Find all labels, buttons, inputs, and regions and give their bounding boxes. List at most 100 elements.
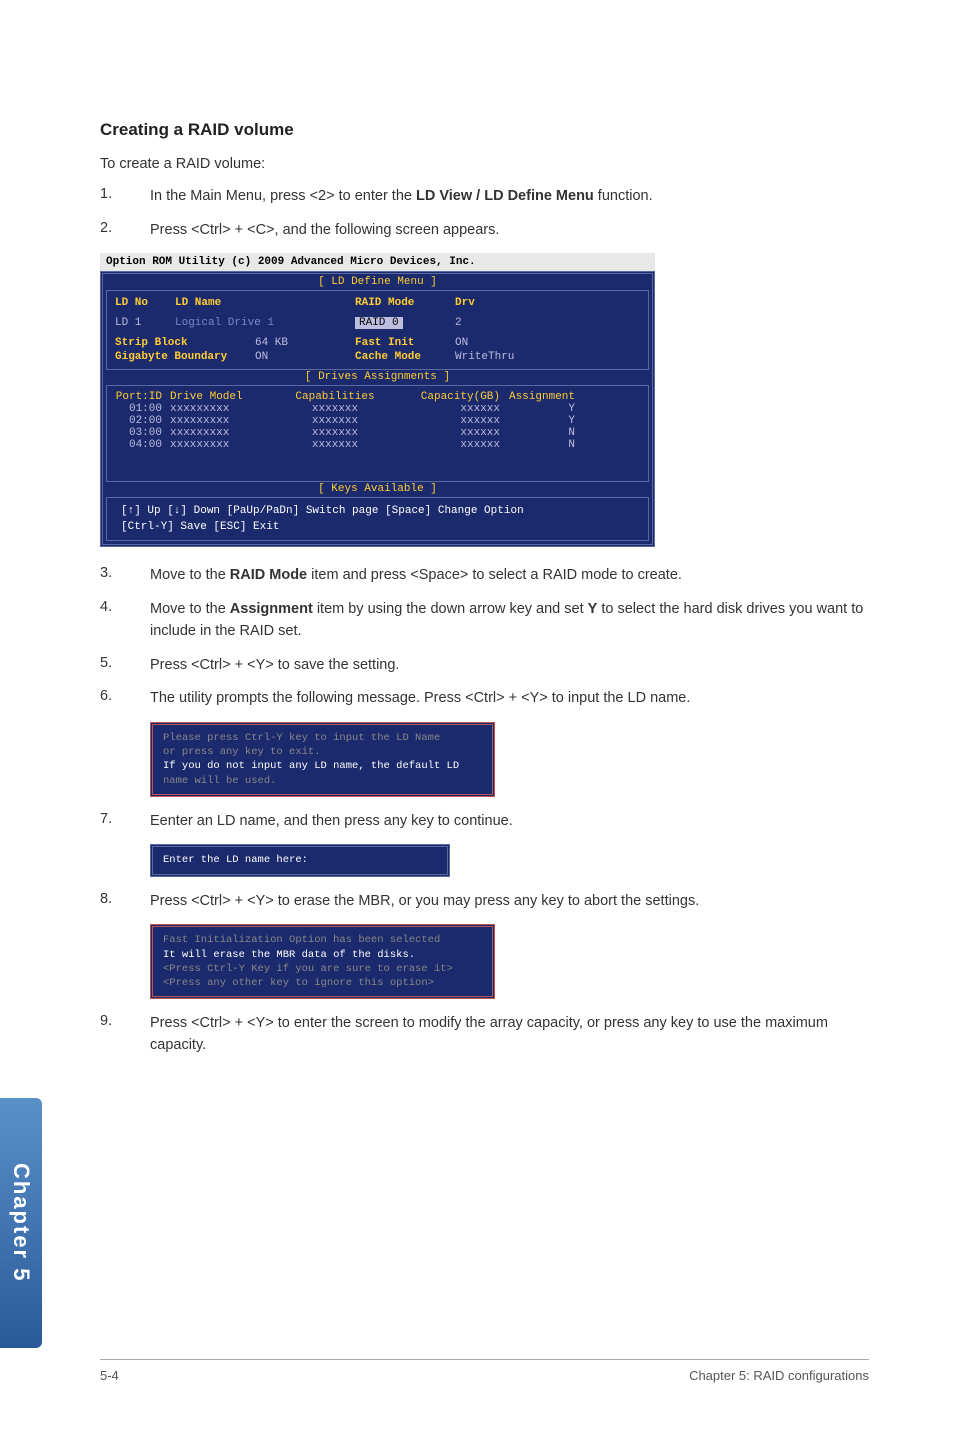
step-number: 6.: [100, 688, 150, 710]
raidmode-header: RAID Mode: [355, 297, 455, 309]
dlg-line: or press any key to exit.: [163, 745, 482, 759]
cache-val: WriteThru: [455, 351, 514, 363]
dlg-line: <Press Ctrl-Y Key if you are sure to era…: [163, 962, 482, 976]
dlg-line: If you do not input any LD name, the def…: [163, 759, 482, 773]
step-text: In the Main Menu, press <2> to enter the…: [150, 186, 869, 208]
text-fragment: In the Main Menu, press <2> to enter the: [150, 188, 416, 204]
col-cap: Capabilities: [280, 391, 390, 403]
step-3: 3. Move to the RAID Mode item and press …: [100, 565, 869, 587]
dialog-ldname-prompt: Please press Ctrl-Y key to input the LD …: [150, 722, 495, 797]
cell: xxxxxx: [390, 415, 500, 427]
chapter-tab: Chapter 5: [0, 1098, 42, 1348]
cell: N: [500, 427, 585, 439]
step-text: Press <Ctrl> + <Y> to save the setting.: [150, 655, 869, 677]
ldname-header: LD Name: [175, 297, 355, 309]
step-text: Press <Ctrl> + <Y> to erase the MBR, or …: [150, 891, 869, 913]
cell: 01:00: [115, 403, 170, 415]
dlg-line: Fast Initialization Option has been sele…: [163, 933, 482, 947]
dlg-line: <Press any other key to ignore this opti…: [163, 976, 482, 990]
text-fragment: Move to the: [150, 601, 230, 617]
cell: Y: [500, 403, 585, 415]
col-gb: Capacity(GB): [390, 391, 500, 403]
cell: xxxxxx: [390, 427, 500, 439]
step-text: Press <Ctrl> + <Y> to enter the screen t…: [150, 1013, 869, 1057]
drive-row: 04:00 xxxxxxxxx xxxxxxx xxxxxx N: [115, 439, 640, 451]
text-fragment: item and press <Space> to select a RAID …: [307, 567, 682, 583]
gig-val: ON: [255, 351, 355, 363]
step-number: 1.: [100, 186, 150, 208]
dlg-line: Enter the LD name here:: [163, 853, 437, 867]
cell: xxxxxxxxx: [170, 427, 280, 439]
text-fragment: item by using the down arrow key and set: [313, 601, 588, 617]
step-number: 2.: [100, 220, 150, 242]
cell: xxxxxxxxx: [170, 439, 280, 451]
cell: Y: [500, 415, 585, 427]
strip-val: 64 KB: [255, 337, 355, 349]
page-footer: 5-4 Chapter 5: RAID configurations: [100, 1359, 869, 1383]
step-1: 1. In the Main Menu, press <2> to enter …: [100, 186, 869, 208]
step-text: The utility prompts the following messag…: [150, 688, 869, 710]
step-number: 5.: [100, 655, 150, 677]
ldno-header: LD No: [115, 297, 175, 309]
bold-text: LD View / LD Define Menu: [416, 188, 594, 204]
step-text: Move to the Assignment item by using the…: [150, 599, 869, 643]
step-number: 3.: [100, 565, 150, 587]
drives-section-label: [ Drives Assignments ]: [105, 371, 650, 384]
ld-name-value: Logical Drive 1: [175, 317, 355, 329]
text-fragment: function.: [594, 188, 653, 204]
cell: 02:00: [115, 415, 170, 427]
step-6: 6. The utility prompts the following mes…: [100, 688, 869, 710]
dlg-line: Please press Ctrl-Y key to input the LD …: [163, 731, 482, 745]
cell: xxxxxxx: [280, 439, 390, 451]
step-5: 5. Press <Ctrl> + <Y> to save the settin…: [100, 655, 869, 677]
keys-line-1: [↑] Up [↓] Down [PaUp/PaDn] Switch page …: [115, 503, 640, 519]
drive-row: 03:00 xxxxxxxxx xxxxxxx xxxxxx N: [115, 427, 640, 439]
cell: xxxxxxx: [280, 427, 390, 439]
step-number: 9.: [100, 1013, 150, 1057]
bios-section-label: [ LD Define Menu ]: [105, 276, 650, 289]
step-7: 7. Eenter an LD name, and then press any…: [100, 811, 869, 833]
text-fragment: Move to the: [150, 567, 230, 583]
fastinit-val: ON: [455, 337, 468, 349]
chapter-label: Chapter 5: RAID configurations: [689, 1368, 869, 1383]
bios-title: Option ROM Utility (c) 2009 Advanced Mic…: [100, 253, 655, 271]
raid-sel-box: RAID 0: [355, 317, 403, 329]
cell: xxxxxx: [390, 439, 500, 451]
bold-text: Assignment: [230, 601, 313, 617]
cell: xxxxxxx: [280, 415, 390, 427]
step-number: 8.: [100, 891, 150, 913]
step-text: Move to the RAID Mode item and press <Sp…: [150, 565, 869, 587]
fastinit-label: Fast Init: [355, 337, 455, 349]
step-9: 9. Press <Ctrl> + <Y> to enter the scree…: [100, 1013, 869, 1057]
chapter-tab-label: Chapter 5: [8, 1163, 34, 1282]
dialog-fastinit-warning: Fast Initialization Option has been sele…: [150, 924, 495, 999]
bold-text: RAID Mode: [230, 567, 307, 583]
drv-value: 2: [455, 317, 462, 329]
strip-label: Strip Block: [115, 337, 255, 349]
dlg-line: It will erase the MBR data of the disks.: [163, 948, 482, 962]
cell: xxxxxxxxx: [170, 403, 280, 415]
bold-text: Y: [588, 601, 598, 617]
cell: xxxxxxx: [280, 403, 390, 415]
raid-mode-sel: RAID 0: [355, 317, 455, 329]
section-title: Creating a RAID volume: [100, 120, 869, 140]
gig-label: Gigabyte Boundary: [115, 351, 255, 363]
drive-row: 02:00 xxxxxxxxx xxxxxxx xxxxxx Y: [115, 415, 640, 427]
step-4: 4. Move to the Assignment item by using …: [100, 599, 869, 643]
step-8: 8. Press <Ctrl> + <Y> to erase the MBR, …: [100, 891, 869, 913]
step-text: Eenter an LD name, and then press any ke…: [150, 811, 869, 833]
bios-screenshot: Option ROM Utility (c) 2009 Advanced Mic…: [100, 253, 655, 547]
drv-header: Drv: [455, 297, 475, 309]
cell: 04:00: [115, 439, 170, 451]
page-number: 5-4: [100, 1368, 119, 1383]
dialog-enter-ldname: Enter the LD name here:: [150, 844, 450, 876]
step-text: Press <Ctrl> + <C>, and the following sc…: [150, 220, 869, 242]
cell: 03:00: [115, 427, 170, 439]
intro-text: To create a RAID volume:: [100, 154, 869, 176]
cell: N: [500, 439, 585, 451]
cache-label: Cache Mode: [355, 351, 455, 363]
keys-line-2: [Ctrl-Y] Save [ESC] Exit: [115, 519, 640, 535]
col-asn: Assignment: [500, 391, 585, 403]
drive-row: 01:00 xxxxxxxxx xxxxxxx xxxxxx Y: [115, 403, 640, 415]
dlg-line: name will be used.: [163, 774, 482, 788]
